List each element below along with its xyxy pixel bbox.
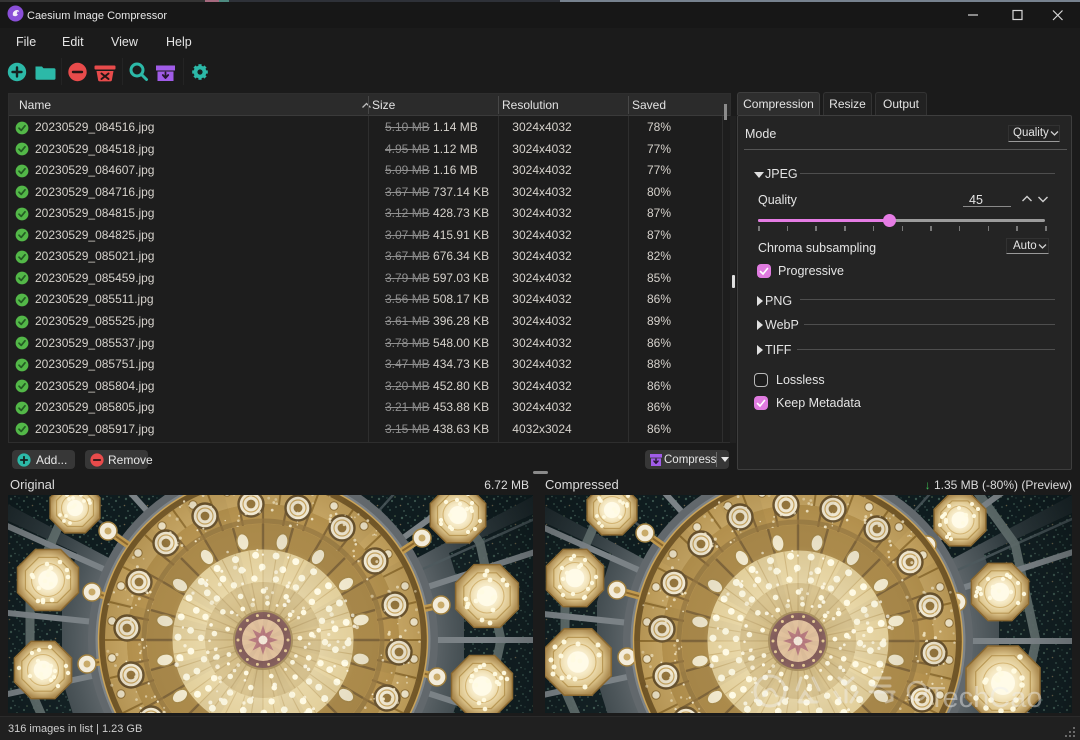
svg-text:TechCao: TechCao — [928, 682, 1042, 713]
